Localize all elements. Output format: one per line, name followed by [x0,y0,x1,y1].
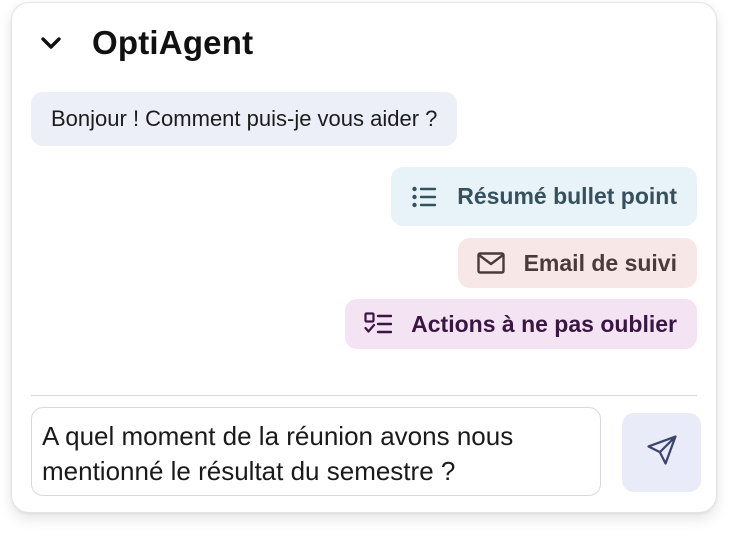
checklist-icon [363,309,393,339]
mail-icon [476,248,506,278]
suggestion-actions-label: Actions à ne pas oublier [411,310,677,337]
chat-panel: OptiAgent Bonjour ! Comment puis-je vous… [11,2,717,513]
send-icon [645,433,679,472]
chevron-down-icon[interactable] [38,30,64,56]
composer-divider [31,395,697,396]
send-button[interactable] [622,413,701,492]
suggestion-actions-button[interactable]: Actions à ne pas oublier [345,299,697,349]
panel-title: OptiAgent [92,24,254,61]
suggestion-email-label: Email de suivi [523,249,677,276]
assistant-message: Bonjour ! Comment puis-je vous aider ? [31,92,458,146]
panel-header: OptiAgent [38,23,253,63]
bulleted-list-icon [409,182,439,212]
suggestion-summary-button[interactable]: Résumé bullet point [391,167,697,226]
suggestion-summary-label: Résumé bullet point [457,183,677,209]
suggestion-email-button[interactable]: Email de suivi [457,238,697,288]
message-input[interactable]: A quel moment de la réunion avons nous m… [31,407,601,496]
